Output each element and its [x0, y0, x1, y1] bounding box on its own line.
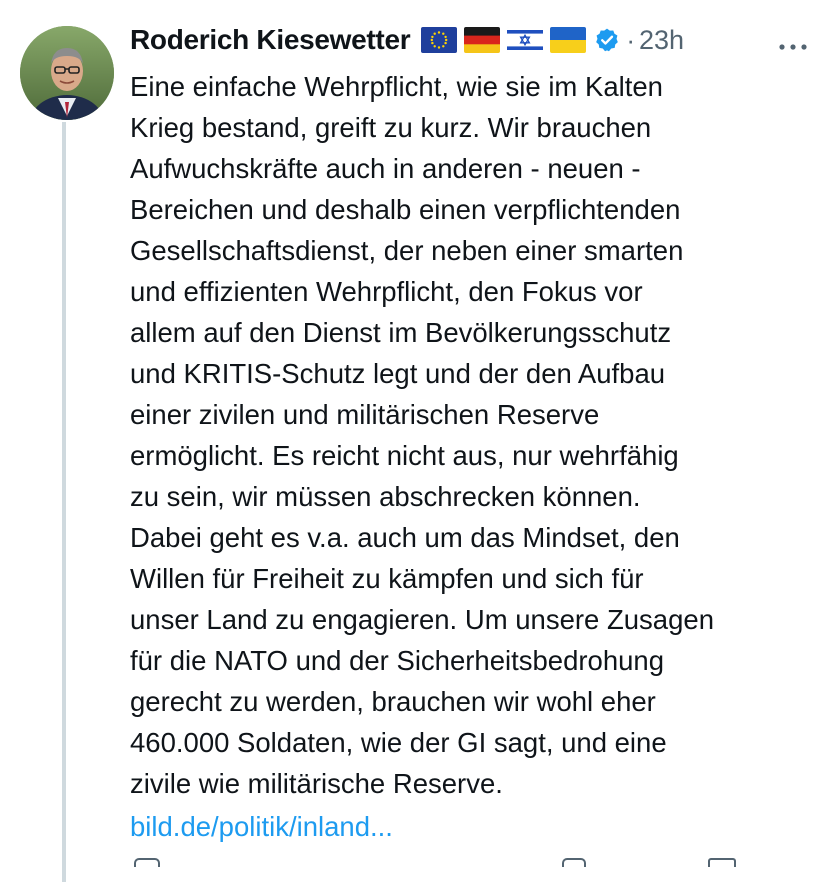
tweet-text-line: und effizienten Wehrpflicht, den Fokus v…: [130, 276, 643, 307]
tweet-text-line: 460.000 Soldaten, wie der GI sagt, und e…: [130, 727, 667, 758]
germany-flag-icon: [464, 27, 501, 53]
tweet-text-line: einer zivilen und militärischen Reserve: [130, 399, 600, 430]
bookmark-icon[interactable]: [562, 858, 586, 867]
tweet-text-line: allem auf den Dienst im Bevölkerungsschu…: [130, 317, 672, 348]
thread-line: [62, 122, 66, 882]
tweet-timestamp[interactable]: 23h: [639, 25, 684, 56]
reply-icon[interactable]: [134, 858, 160, 867]
tweet-text-line: Gesellschaftsdienst, der neben einer sma…: [130, 235, 684, 266]
tweet-header: Roderich Kiesewetter · 23h: [130, 20, 684, 60]
author-name[interactable]: Roderich Kiesewetter: [130, 24, 411, 56]
share-icon[interactable]: [708, 858, 736, 867]
meta-separator: ·: [626, 24, 635, 55]
tweet-text-line: und KRITIS-Schutz legt und der den Aufba…: [130, 358, 666, 389]
tweet-text-line: ermöglicht. Es reicht nicht aus, nur weh…: [130, 440, 679, 471]
tweet-text-line: Eine einfache Wehrpflicht, wie sie im Ka…: [130, 71, 663, 102]
tweet-text-line: zivile wie militärische Reserve.: [130, 768, 503, 799]
avatar[interactable]: [20, 26, 114, 120]
tweet-text-line: Willen für Freiheit zu kämpfen und sich …: [130, 563, 644, 594]
tweet-text-line: Bereichen und deshalb einen verpflichten…: [130, 194, 681, 225]
tweet[interactable]: Roderich Kiesewetter · 23h Eine einfache…: [0, 0, 828, 882]
tweet-text-line: Dabei geht es v.a. auch um das Mindset, …: [130, 522, 680, 553]
tweet-text-line: unser Land zu engagieren. Um unsere Zusa…: [130, 604, 714, 635]
author-flags: [414, 27, 587, 53]
tweet-text: Eine einfache Wehrpflicht, wie sie im Ka…: [130, 66, 810, 804]
tweet-text-line: Krieg bestand, greift zu kurz. Wir brauc…: [130, 112, 652, 143]
tweet-text-line: gerecht zu werden, brauchen wir wohl ehe…: [130, 686, 656, 717]
ukraine-flag-icon: [550, 27, 587, 53]
tweet-text-line: für die NATO und der Sicherheitsbedrohun…: [130, 645, 665, 676]
more-options-icon[interactable]: [778, 38, 808, 50]
eu-flag-icon: [421, 27, 458, 53]
verified-badge-icon[interactable]: [594, 27, 620, 53]
israel-flag-icon: [507, 27, 544, 53]
tweet-link[interactable]: bild.de/politik/inland...: [130, 806, 393, 847]
tweet-text-line: zu sein, wir müssen abschrecken können.: [130, 481, 641, 512]
tweet-text-line: Aufwuchskräfte auch in anderen - neuen -: [130, 153, 641, 184]
